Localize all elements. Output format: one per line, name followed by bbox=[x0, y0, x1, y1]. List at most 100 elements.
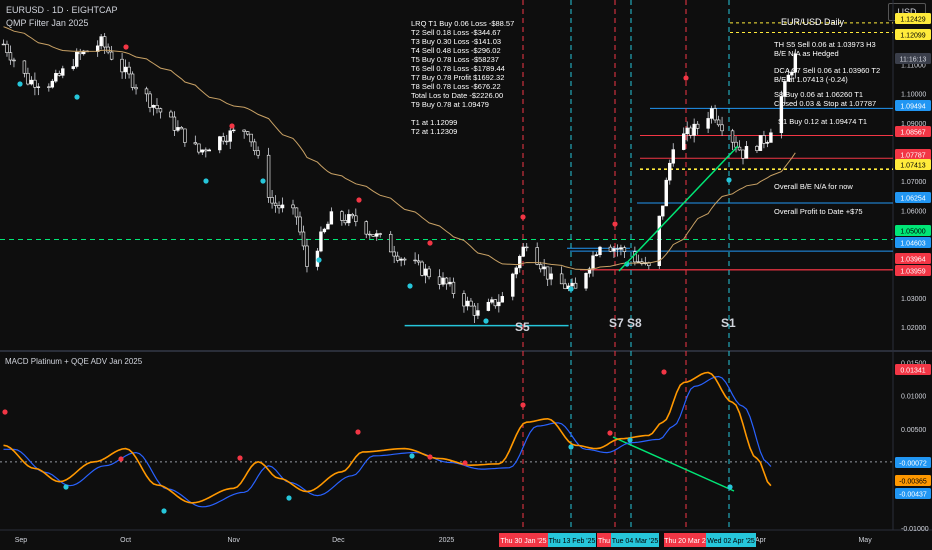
bearish-candle[interactable] bbox=[364, 221, 368, 235]
bearish-candle[interactable] bbox=[737, 146, 742, 151]
bullish-candle[interactable] bbox=[685, 127, 689, 135]
bearish-candle[interactable] bbox=[291, 204, 295, 209]
bearish-candle[interactable] bbox=[451, 281, 456, 294]
bearish-candle[interactable] bbox=[204, 149, 208, 152]
bearish-candle[interactable] bbox=[134, 87, 138, 90]
bullish-candle[interactable] bbox=[329, 211, 334, 225]
bearish-candle[interactable] bbox=[615, 248, 620, 250]
bearish-candle[interactable] bbox=[47, 86, 51, 88]
th-s5-note[interactable]: TH S5 Sell 0.06 at 1.03973 H3 bbox=[774, 40, 876, 49]
bearish-candle[interactable] bbox=[179, 127, 184, 130]
chart-title-annotation[interactable]: EUR/USD Daily bbox=[781, 17, 845, 27]
bullish-candle[interactable] bbox=[347, 214, 351, 224]
bearish-candle[interactable] bbox=[245, 131, 250, 135]
macd-cross-up-dot[interactable] bbox=[63, 484, 69, 490]
bearish-candle[interactable] bbox=[120, 58, 124, 73]
bullish-candle[interactable] bbox=[448, 281, 452, 285]
bearish-candle[interactable] bbox=[573, 282, 578, 289]
buy-signal-dot[interactable] bbox=[316, 257, 322, 263]
bearish-candle[interactable] bbox=[305, 245, 309, 267]
bullish-candle[interactable] bbox=[591, 255, 595, 270]
bearish-candle[interactable] bbox=[755, 146, 759, 151]
bearish-candle[interactable] bbox=[12, 59, 16, 62]
bearish-candle[interactable] bbox=[395, 255, 400, 261]
bearish-candle[interactable] bbox=[109, 51, 114, 60]
bearish-candle[interactable] bbox=[155, 104, 159, 109]
bullish-candle[interactable] bbox=[709, 108, 714, 119]
bearish-candle[interactable] bbox=[183, 128, 187, 143]
bearish-candle[interactable] bbox=[252, 141, 257, 152]
bullish-candle[interactable] bbox=[36, 86, 41, 88]
bullish-candle[interactable] bbox=[671, 149, 675, 164]
bullish-candle[interactable] bbox=[657, 215, 661, 267]
s8-note[interactable]: S8 Buy 0.06 at 1.06260 T1 bbox=[774, 90, 863, 99]
bearish-candle[interactable] bbox=[444, 277, 449, 285]
macd-cross-down-dot[interactable] bbox=[520, 402, 526, 408]
bullish-candle[interactable] bbox=[668, 162, 672, 181]
bullish-candle[interactable] bbox=[54, 73, 58, 82]
trade-log-annotation[interactable]: LRQ T1 Buy 0.06 Loss -$88.57 T2 Sell 0.1… bbox=[411, 19, 514, 136]
bearish-candle[interactable] bbox=[354, 215, 358, 222]
bullish-candle[interactable] bbox=[50, 80, 55, 88]
macd-cross-down-dot[interactable] bbox=[2, 409, 8, 415]
bearish-candle[interactable] bbox=[720, 124, 724, 132]
th-s5-note[interactable]: B/E N/A as Hedged bbox=[774, 49, 839, 58]
s8-note[interactable]: Closed 0.03 & Stop at 1.07787 bbox=[774, 99, 876, 108]
bearish-candle[interactable] bbox=[688, 127, 693, 136]
bullish-candle[interactable] bbox=[514, 267, 518, 275]
bearish-candle[interactable] bbox=[462, 293, 466, 307]
bearish-candle[interactable] bbox=[197, 143, 201, 153]
bearish-candle[interactable] bbox=[716, 119, 721, 126]
buy-signal-dot[interactable] bbox=[260, 178, 266, 184]
bearish-candle[interactable] bbox=[57, 73, 62, 76]
bearish-candle[interactable] bbox=[538, 264, 543, 270]
bullish-candle[interactable] bbox=[570, 282, 574, 287]
bullish-candle[interactable] bbox=[661, 205, 665, 217]
bearish-candle[interactable] bbox=[420, 261, 424, 276]
sell-signal-dot[interactable] bbox=[683, 75, 689, 81]
bullish-candle[interactable] bbox=[636, 261, 641, 263]
bullish-candle[interactable] bbox=[518, 256, 522, 269]
sell-signal-dot[interactable] bbox=[612, 221, 618, 227]
bearish-candle[interactable] bbox=[525, 246, 529, 249]
bearish-candle[interactable] bbox=[545, 266, 550, 280]
buy-signal-dot[interactable] bbox=[17, 81, 23, 87]
bullish-candle[interactable] bbox=[61, 68, 65, 76]
bearish-candle[interactable] bbox=[298, 216, 302, 233]
bullish-candle[interactable] bbox=[176, 127, 180, 131]
bearish-candle[interactable] bbox=[256, 150, 260, 156]
macd-cross-down-dot[interactable] bbox=[427, 454, 433, 460]
s1-note[interactable]: S1 Buy 0.12 at 1.09474 T1 bbox=[778, 117, 867, 126]
bullish-candle[interactable] bbox=[486, 301, 491, 311]
macd-cross-down-dot[interactable] bbox=[462, 460, 468, 466]
bullish-candle[interactable] bbox=[441, 277, 445, 285]
bullish-candle[interactable] bbox=[280, 204, 285, 209]
bullish-candle[interactable] bbox=[769, 132, 773, 143]
bullish-candle[interactable] bbox=[232, 129, 236, 132]
bearish-candle[interactable] bbox=[695, 123, 700, 129]
bullish-candle[interactable] bbox=[758, 135, 763, 151]
bearish-candle[interactable] bbox=[427, 268, 431, 278]
macd-cross-up-dot[interactable] bbox=[161, 508, 167, 514]
uptrend-line[interactable] bbox=[618, 145, 739, 272]
bullish-candle[interactable] bbox=[218, 136, 222, 151]
bullish-candle[interactable] bbox=[228, 130, 232, 142]
bearish-candle[interactable] bbox=[266, 154, 271, 198]
bullish-candle[interactable] bbox=[765, 142, 770, 144]
bullish-candle[interactable] bbox=[706, 118, 710, 129]
bearish-candle[interactable] bbox=[172, 116, 177, 131]
sell-signal-dot[interactable] bbox=[123, 44, 129, 50]
bearish-candle[interactable] bbox=[294, 207, 299, 218]
bearish-candle[interactable] bbox=[762, 135, 766, 144]
sell-signal-dot[interactable] bbox=[520, 214, 526, 220]
macd-cross-down-dot[interactable] bbox=[118, 456, 124, 462]
sell-signal-dot[interactable] bbox=[356, 197, 362, 203]
macd-cross-down-dot[interactable] bbox=[355, 429, 361, 435]
bullish-candle[interactable] bbox=[490, 299, 494, 303]
bullish-candle[interactable] bbox=[476, 310, 480, 316]
bullish-candle[interactable] bbox=[375, 233, 379, 237]
bearish-candle[interactable] bbox=[368, 233, 372, 236]
bearish-candle[interactable] bbox=[277, 205, 281, 209]
bearish-candle[interactable] bbox=[472, 305, 477, 316]
bullish-candle[interactable] bbox=[29, 79, 34, 85]
